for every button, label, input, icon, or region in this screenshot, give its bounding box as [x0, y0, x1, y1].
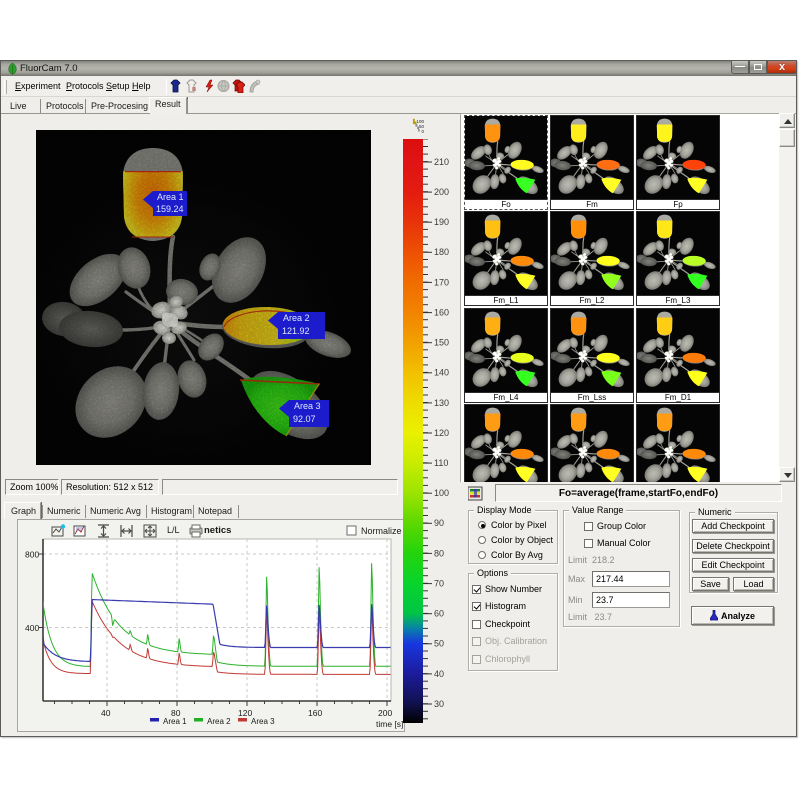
svg-text:190: 190: [434, 217, 449, 227]
svg-text:180: 180: [434, 247, 449, 257]
svg-text:200: 200: [434, 187, 449, 197]
svg-text:120: 120: [434, 428, 449, 438]
svg-text:Normalize: Normalize: [361, 526, 402, 536]
svg-text:Area 2: Area 2: [283, 313, 310, 323]
svg-text:210: 210: [434, 157, 449, 167]
svg-text:80: 80: [434, 548, 444, 558]
svg-text:400: 400: [25, 623, 39, 633]
svg-text:160: 160: [434, 307, 449, 317]
svg-text:90: 90: [434, 518, 444, 528]
svg-text:160: 160: [308, 708, 322, 718]
svg-text:Area 3: Area 3: [294, 401, 321, 411]
svg-text:110: 110: [434, 458, 448, 468]
svg-text:netics: netics: [204, 525, 231, 536]
svg-text:50: 50: [434, 639, 444, 649]
svg-text:170: 170: [434, 277, 449, 287]
svg-text:30: 30: [434, 699, 444, 709]
svg-text:140: 140: [434, 368, 449, 378]
svg-text:100: 100: [434, 488, 449, 498]
svg-text:800: 800: [25, 550, 39, 560]
svg-text:Area 1: Area 1: [157, 192, 184, 202]
svg-text:92.07: 92.07: [293, 414, 316, 424]
svg-text:time [s]: time [s]: [376, 719, 403, 729]
svg-text:130: 130: [434, 398, 449, 408]
svg-text:40: 40: [434, 669, 444, 679]
svg-text:Area 2: Area 2: [207, 717, 231, 726]
svg-text:121.92: 121.92: [282, 326, 310, 336]
svg-text:60: 60: [434, 609, 444, 619]
svg-text:70: 70: [434, 578, 444, 588]
svg-text:200: 200: [378, 708, 392, 718]
svg-text:150: 150: [434, 338, 449, 348]
svg-text:Area 3: Area 3: [251, 717, 275, 726]
svg-text:40: 40: [101, 708, 111, 718]
svg-text:159.24: 159.24: [156, 204, 184, 214]
svg-text:Area 1: Area 1: [163, 717, 187, 726]
svg-text:L/L: L/L: [167, 525, 180, 535]
